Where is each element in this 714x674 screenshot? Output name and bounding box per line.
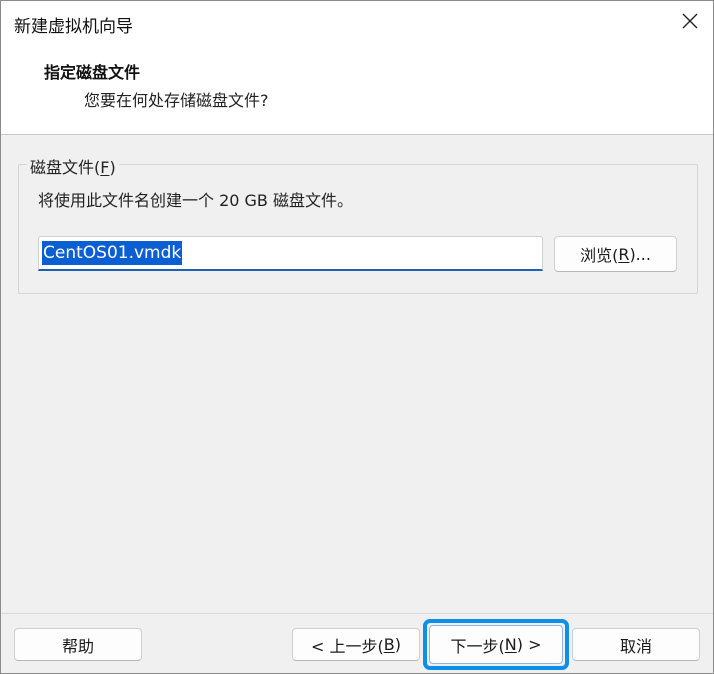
back-button[interactable]: < 上一步(B) xyxy=(292,628,420,661)
page-subtitle: 您要在何处存储磁盘文件? xyxy=(84,91,269,110)
wizard-header: 指定磁盘文件 您要在何处存储磁盘文件? xyxy=(1,45,713,135)
next-button[interactable]: 下一步(N) > xyxy=(429,625,563,664)
browse-label: 浏览( xyxy=(580,246,619,265)
title-bar: 新建虚拟机向导 xyxy=(1,1,713,45)
group-label-close: ) xyxy=(109,158,116,177)
cancel-button[interactable]: 取消 xyxy=(572,628,700,661)
next-label-close: ) > xyxy=(516,635,542,654)
page-title: 指定磁盘文件 xyxy=(44,63,141,82)
back-mnemonic: B xyxy=(383,635,395,654)
back-label: < 上一步( xyxy=(311,636,384,656)
disk-filename-input[interactable]: CentOS01.vmdk xyxy=(38,236,543,271)
disk-filename-value: CentOS01.vmdk xyxy=(42,241,183,265)
disk-file-group-label: 磁盘文件(F) xyxy=(27,154,119,178)
next-label: 下一步( xyxy=(450,636,505,656)
back-label-close: ) xyxy=(394,635,401,654)
browse-mnemonic: R xyxy=(618,244,630,264)
help-button[interactable]: 帮助 xyxy=(14,628,142,661)
window-title: 新建虚拟机向导 xyxy=(14,17,133,37)
browse-label-close: )... xyxy=(629,244,651,264)
disk-file-groupbox xyxy=(18,164,698,294)
new-vm-wizard-window: 新建虚拟机向导 指定磁盘文件 您要在何处存储磁盘文件? 磁盘文件(F) 将使用此… xyxy=(0,0,714,674)
close-button[interactable] xyxy=(667,1,713,45)
group-label-text: 磁盘文件( xyxy=(30,158,101,177)
disk-file-description: 将使用此文件名创建一个 20 GB 磁盘文件。 xyxy=(38,191,353,210)
footer-divider xyxy=(1,613,713,614)
next-mnemonic: N xyxy=(504,635,517,654)
browse-button[interactable]: 浏览(R)... xyxy=(554,236,677,272)
close-icon xyxy=(682,13,698,33)
